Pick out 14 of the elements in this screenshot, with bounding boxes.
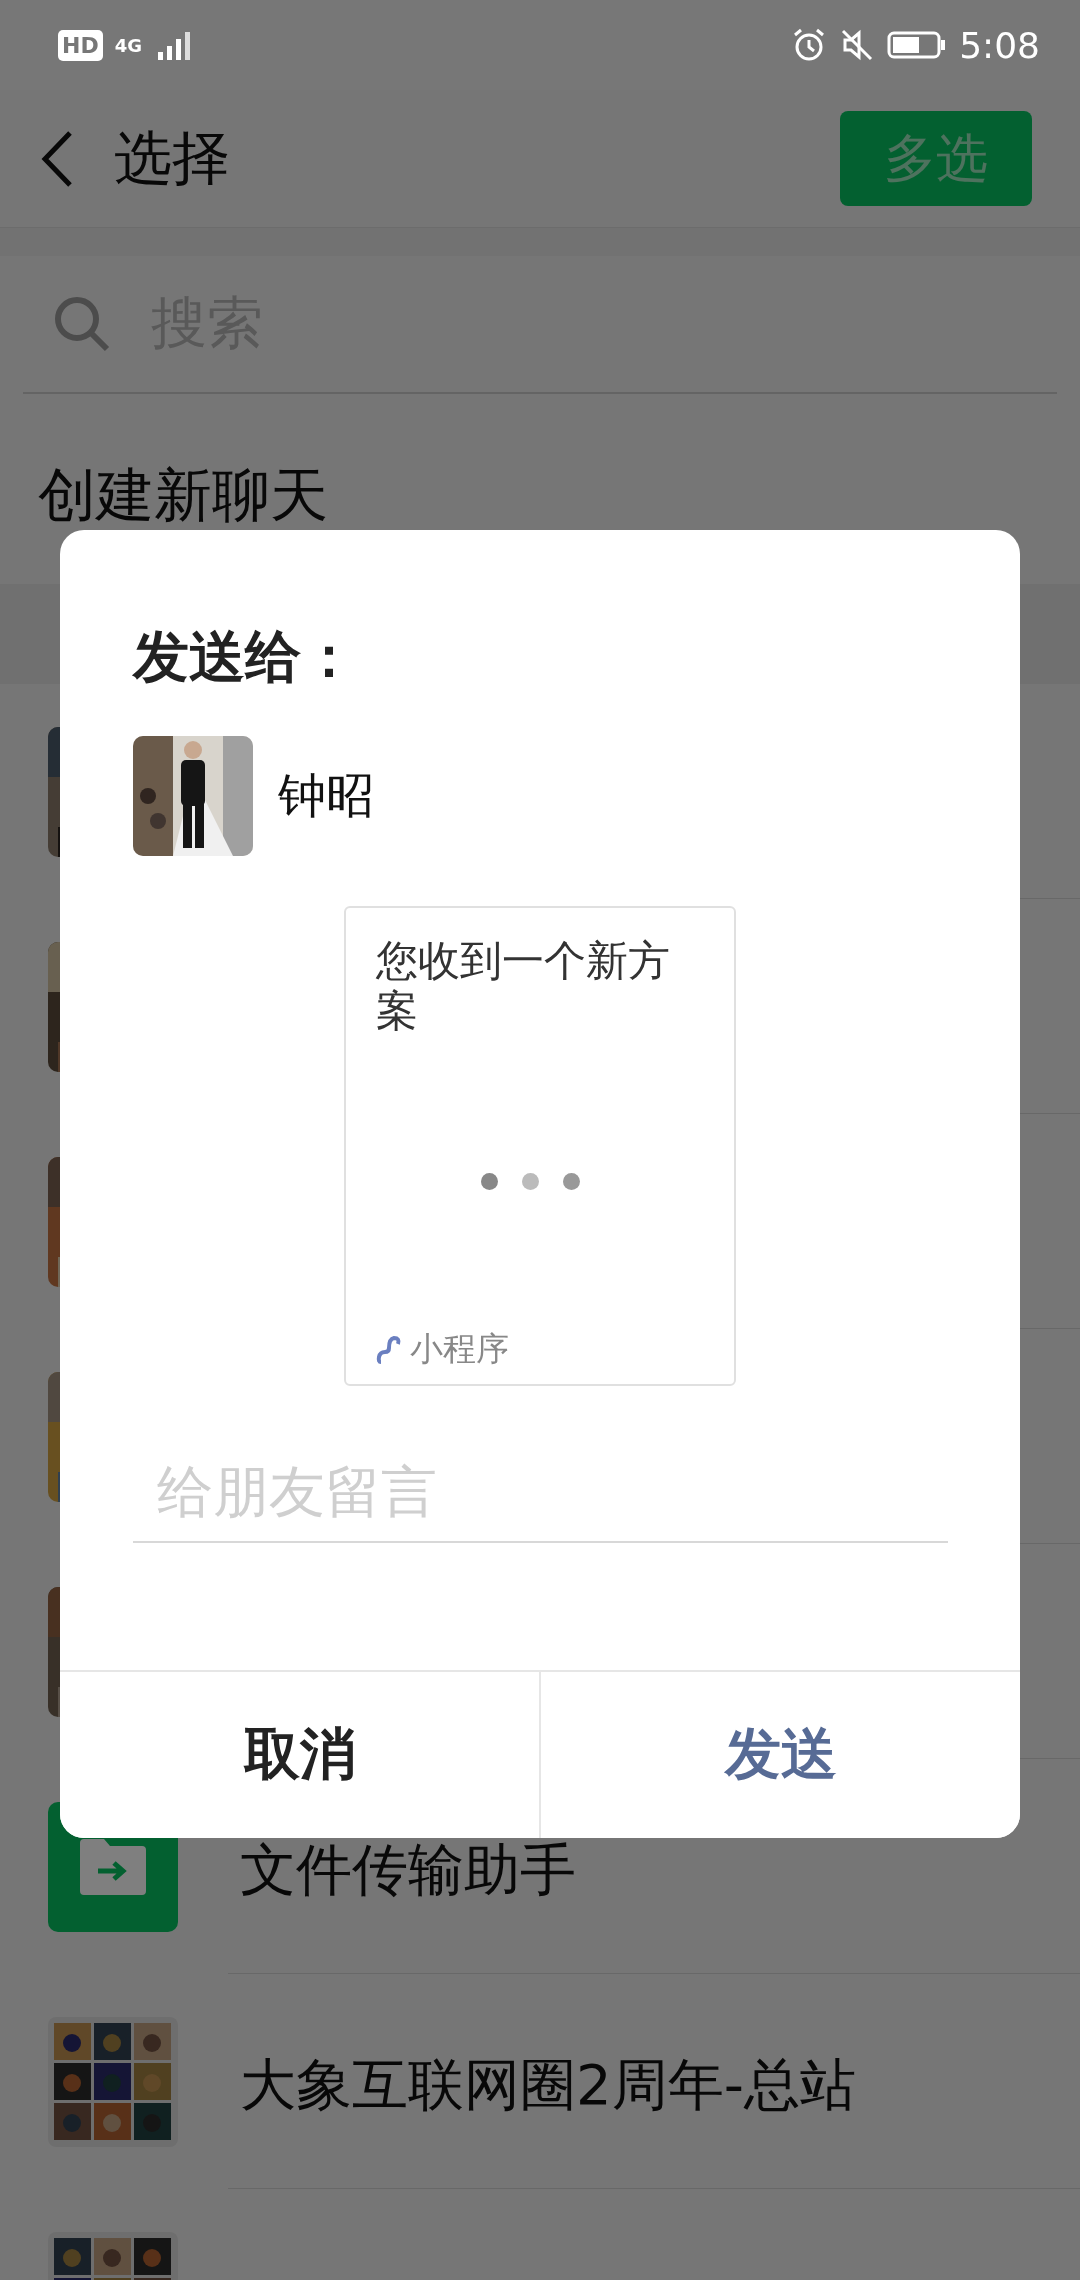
card-title: 您收到一个新方案 xyxy=(376,936,671,1037)
chat-name[interactable]: 大象互联网圈2周年-总站 xyxy=(240,2047,856,2124)
network-label: 4G xyxy=(114,34,142,56)
dialog-title: 发送给： xyxy=(133,623,358,691)
recipient-name: 钟昭 xyxy=(278,766,374,825)
battery-icon xyxy=(887,30,948,60)
loading-dots-icon xyxy=(480,1173,580,1191)
mini-program-label: 小程序 xyxy=(410,1328,509,1370)
hd-badge: HD xyxy=(58,29,103,61)
page-title: 选择 xyxy=(114,122,231,194)
send-button[interactable]: 发送 xyxy=(539,1672,1020,1838)
clock-time: 5:08 xyxy=(959,24,1040,66)
search-icon xyxy=(53,295,111,353)
link-icon xyxy=(376,1334,402,1365)
